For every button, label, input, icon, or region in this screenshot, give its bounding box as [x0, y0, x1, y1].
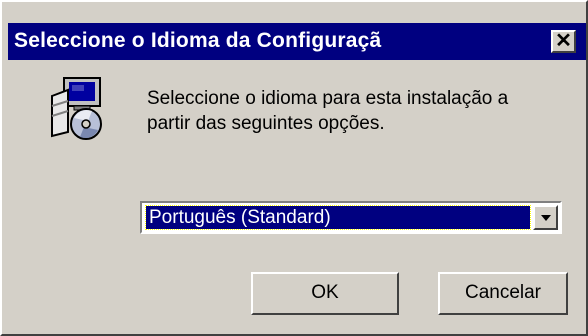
dropdown-arrow-button[interactable] [533, 205, 558, 230]
cancel-button[interactable]: Cancelar [438, 272, 568, 315]
close-button[interactable]: ✕ [551, 30, 576, 53]
window-title: Seleccione o Idioma da Configuraçã [14, 29, 382, 52]
title-bar[interactable]: Seleccione o Idioma da Configuraçã ✕ [8, 23, 586, 60]
instruction-line-2: partir das seguintes opções. [147, 113, 385, 134]
setup-language-dialog: Seleccione o Idioma da Configuraçã ✕ Sel… [0, 0, 588, 336]
ok-button[interactable]: OK [251, 272, 399, 315]
language-select-value: Português (Standard) [145, 205, 531, 230]
instruction-text: Seleccione o idioma para esta instalação… [147, 86, 567, 136]
chevron-down-icon [541, 215, 551, 221]
language-select[interactable]: Português (Standard) [140, 201, 562, 234]
instruction-line-1: Seleccione o idioma para esta instalação… [147, 88, 509, 109]
close-icon: ✕ [555, 30, 572, 52]
setup-computer-cd-icon [51, 77, 102, 140]
